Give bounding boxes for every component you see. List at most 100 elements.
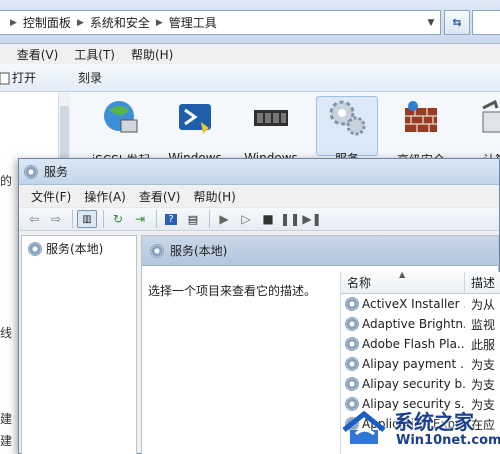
powershell-icon [179, 104, 211, 134]
services-gear-icon [150, 243, 164, 258]
iscsi-initiator-item[interactable]: iSCSI 发起 [90, 98, 152, 167]
show-hide-tree-button[interactable]: ▥ [77, 210, 97, 228]
menu-item-edit-fragment[interactable]: ) [0, 47, 1, 61]
restart-service-button[interactable]: ▶❚ [302, 210, 322, 228]
services-gear-icon [28, 241, 42, 256]
search-input[interactable] [472, 10, 500, 35]
sort-ascending-icon: ▲ [399, 270, 406, 279]
toolbar-separator [209, 210, 210, 228]
play-icon: ▷ [241, 212, 251, 226]
open-icon [0, 72, 10, 84]
breadcrumb-arrow-icon[interactable]: ▶ [156, 18, 163, 28]
export-icon: ⇥ [134, 212, 146, 226]
service-row[interactable]: Adaptive Brightn... 监视 [341, 314, 500, 334]
properties-icon: ▤ [187, 212, 199, 226]
breadcrumb-item[interactable]: 控制面板 [23, 14, 71, 31]
restart-icon: ▶❚ [302, 212, 322, 226]
open-button[interactable]: 打开 [0, 69, 36, 86]
back-arrow-icon: ⇦ [28, 212, 40, 226]
nav-fragment[interactable]: 线 [0, 324, 12, 341]
service-row[interactable]: ActiveX Installer ... 为从 [341, 294, 500, 314]
scroll-thumb[interactable] [60, 106, 69, 166]
house-logo-icon [342, 410, 386, 444]
pause-service-button[interactable]: ❚❚ [280, 210, 300, 228]
console-tree[interactable]: 服务(本地) [21, 235, 137, 454]
tree-item-services-local[interactable]: 服务(本地) [28, 240, 103, 257]
service-row[interactable]: Adobe Flash Pla... 此服 [341, 334, 500, 354]
memory-chip-icon [254, 110, 288, 126]
burn-button[interactable]: 刻录 [78, 69, 102, 86]
explorer-command-bar: 打开 刻录 [0, 64, 500, 92]
refresh-icon: ⇆ [452, 16, 462, 29]
service-gear-icon [345, 357, 359, 371]
toolbar-separator [72, 210, 73, 228]
refresh-button[interactable]: ⇆ [444, 10, 470, 35]
services-toolbar: ⇦ ⇨ ▥ ↻ ⇥ ? ▤ ▶ ▷ ■ ❚❚ ▶❚ [19, 207, 499, 231]
breadcrumb-item[interactable]: 管理工具 [169, 14, 217, 31]
nav-fragment[interactable]: 建 [0, 432, 12, 449]
column-header-name[interactable]: ▲ 名称 [341, 270, 465, 293]
computer-management-item[interactable]: 计算 [464, 98, 500, 167]
menu-item-action[interactable]: 操作(A) [84, 188, 126, 205]
play-icon: ▶ [219, 212, 229, 226]
services-item[interactable]: 服务 [316, 96, 378, 166]
windows-powershell-item[interactable]: Windows [164, 98, 226, 165]
address-bar[interactable]: ▶ 控制面板 ▶ 系统和安全 ▶ 管理工具 [0, 10, 441, 35]
watermark-url: Win10net.com [396, 433, 500, 448]
admin-tools-icon-view: iSCSI 发起 Windows Windows 服务 高级安全 计算 [72, 92, 500, 167]
export-list-button[interactable]: ⇥ [130, 210, 150, 228]
service-gear-icon [345, 337, 359, 351]
watermark-title: 系统之家 [394, 410, 474, 434]
menu-item-file[interactable]: 文件(F) [31, 188, 71, 205]
help-button[interactable]: ? [161, 210, 181, 228]
computer-management-icon [482, 99, 500, 133]
service-gear-icon [345, 377, 359, 391]
detail-header: 服务(本地) [142, 236, 498, 266]
console-tree-icon: ▥ [82, 213, 92, 225]
explorer-menu-bar: ) 查看(V) 工具(T) 帮助(H) [0, 44, 500, 64]
services-gears-icon [329, 100, 366, 136]
globe-computer-icon [104, 101, 138, 133]
start-service-button[interactable]: ▶ [214, 210, 234, 228]
menu-item-help[interactable]: 帮助(H) [131, 46, 173, 63]
stop-service-button[interactable]: ■ [258, 210, 278, 228]
breadcrumb-arrow-icon[interactable]: ▶ [77, 18, 84, 28]
service-row[interactable]: Alipay payment ... 为支 [341, 354, 500, 374]
menu-item-view[interactable]: 查看(V) [139, 188, 181, 205]
properties-button[interactable]: ▤ [183, 210, 203, 228]
breadcrumb-arrow-icon[interactable]: ▶ [10, 18, 17, 28]
pause-icon: ❚❚ [279, 212, 301, 226]
advanced-security-item[interactable]: 高级安全 [390, 98, 452, 167]
service-gear-icon [345, 297, 359, 311]
firewall-icon [405, 101, 437, 132]
window-title: 服务 [44, 165, 69, 179]
forward-arrow-icon: ⇨ [50, 212, 62, 226]
toolbar-separator [103, 210, 104, 228]
menu-item-tools[interactable]: 工具(T) [74, 46, 115, 63]
breadcrumb-item[interactable]: 系统和安全 [90, 14, 150, 31]
back-button[interactable]: ⇦ [24, 210, 44, 228]
description-prompt: 选择一个项目来查看它的描述。 [148, 284, 317, 298]
start-service-alt-button[interactable]: ▷ [236, 210, 256, 228]
site-watermark: 系统之家 Win10net.com [334, 402, 500, 454]
menu-item-help[interactable]: 帮助(H) [193, 188, 235, 205]
forward-button[interactable]: ⇨ [46, 210, 66, 228]
help-icon: ? [165, 213, 177, 225]
service-row[interactable]: Alipay security b... 为支 [341, 374, 500, 394]
nav-fragment[interactable]: 建 [0, 410, 12, 427]
nav-fragment[interactable]: 的 [0, 172, 12, 189]
address-bar-area: ▶ 控制面板 ▶ 系统和安全 ▶ 管理工具 ▼ ⇆ [0, 0, 500, 44]
toolbar-separator [156, 210, 157, 228]
services-title-bar[interactable]: 服务 [19, 159, 499, 185]
stop-icon: ■ [262, 212, 274, 226]
services-gear-icon [24, 164, 38, 179]
services-menu-bar: 文件(F) 操作(A) 查看(V) 帮助(H) [19, 185, 499, 207]
windows-memory-diagnostic-item[interactable]: Windows [240, 98, 302, 165]
refresh-icon: ↻ [112, 212, 124, 226]
column-header-description[interactable]: 描述 [465, 272, 495, 293]
service-gear-icon [345, 317, 359, 331]
chevron-down-icon[interactable]: ▼ [422, 12, 440, 33]
menu-item-view[interactable]: 查看(V) [17, 46, 59, 63]
list-header: ▲ 名称 描述 [341, 270, 500, 294]
refresh-button[interactable]: ↻ [108, 210, 128, 228]
